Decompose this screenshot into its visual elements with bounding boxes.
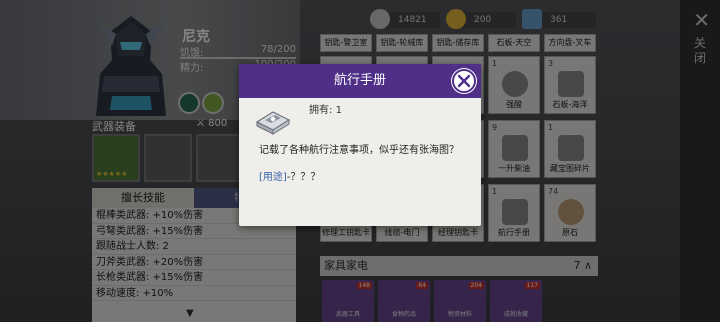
currency-gold: 200 (446, 9, 516, 29)
item-name: 强酸 (506, 100, 522, 109)
inventory-item[interactable]: 3 石板-海洋 (544, 56, 596, 114)
owned-count: 拥有: 1 (309, 101, 342, 116)
item-count: 9 (492, 123, 498, 132)
status-badge-icon[interactable] (202, 92, 224, 114)
item-count: 1 (492, 59, 498, 68)
item-name: 石板-海洋 (552, 100, 588, 109)
category-label: 武器工具 (335, 311, 360, 318)
section-count-value: 7 (573, 259, 581, 272)
close-icon[interactable]: ✕ (693, 8, 710, 32)
item-name: 钥匙-警卫室 (324, 38, 368, 47)
category-weapons[interactable]: 148 武器工具 (322, 280, 374, 322)
right-sidebar: ✕ 关闭 (680, 0, 720, 322)
close-label[interactable]: 关闭 (694, 36, 708, 66)
currency-coins: 14821 (370, 9, 440, 29)
item-count: 74 (548, 187, 559, 196)
category-label: 食物药品 (391, 311, 416, 318)
item-name: 修理工钥匙卡 (322, 228, 370, 237)
inventory-item[interactable]: 74 原石 (544, 184, 596, 242)
hero-name: 尼克 (182, 29, 210, 45)
currency-maps-value: 361 (550, 15, 568, 25)
category-label: 成就收藏 (503, 311, 528, 318)
inventory-item[interactable]: 石板-天空 (488, 34, 540, 52)
category-badge: 204 (468, 282, 484, 289)
inventory-item[interactable]: 9 一升柴油 (488, 120, 540, 178)
category-badge: 148 (356, 282, 372, 289)
currency-maps: 361 (522, 9, 596, 29)
weapons-power: ⚔ 800 (196, 118, 227, 129)
currency-gold-value: 200 (474, 15, 492, 25)
inventory-item[interactable]: 钥匙-储存库 (432, 34, 484, 52)
item-name: 一升柴油 (498, 164, 530, 173)
stat-energy-label: 精力: (180, 63, 204, 74)
furniture-section-count: 7 ∧ (573, 256, 592, 276)
item-name: 航行手册 (498, 228, 530, 237)
chevron-down-icon[interactable]: ▼ (186, 308, 194, 319)
skill-line: 刀斧类武器: +20%伤害 (92, 255, 296, 270)
inventory-item[interactable]: 钥匙-轮械库 (376, 34, 428, 52)
inventory-item[interactable]: 1 航行手册 (488, 184, 540, 242)
weapon-slot-3[interactable] (196, 134, 244, 182)
item-name: 藏宝图碎片 (550, 164, 590, 173)
item-name: 石板-天空 (496, 38, 532, 47)
item-name: 原石 (562, 228, 578, 237)
item-name: 经理钥匙卡 (438, 228, 478, 237)
hero-portrait (96, 16, 166, 116)
acid-flask-icon (502, 71, 528, 97)
gold-coin-icon (446, 9, 466, 29)
item-usage: [用途]-？？？ (259, 168, 320, 183)
sword-icon: ⚔ (196, 118, 205, 129)
owned-label: 拥有: (309, 105, 333, 116)
category-achievements[interactable]: 117 成就收藏 (490, 280, 542, 322)
tab-skills[interactable]: 擅长技能 (92, 188, 194, 208)
item-description: 记载了各种航行注意事项，似乎还有张海图？ (259, 145, 459, 156)
item-count: 1 (492, 187, 498, 196)
coin-stack-icon (370, 9, 390, 29)
inventory-item[interactable]: 1 藏宝图碎片 (544, 120, 596, 178)
item-count: 1 (548, 123, 554, 132)
raw-stone-icon (558, 199, 584, 225)
manual-icon (502, 199, 528, 225)
diesel-can-icon (502, 135, 528, 161)
item-count: 3 (548, 59, 554, 68)
treasure-map-fragment-icon (558, 135, 584, 161)
weapon-slot-2[interactable] (144, 134, 192, 182)
inventory-item[interactable]: 1 强酸 (488, 56, 540, 114)
furniture-section-title: 家具家电 (324, 259, 368, 272)
stone-tablet-icon (558, 71, 584, 97)
weapon-slot-1[interactable]: ★★★★★ (92, 134, 140, 182)
usage-text: -？？？ (286, 172, 321, 183)
category-materials[interactable]: 204 物资材料 (434, 280, 486, 322)
skill-line: 长枪类武器: +15%伤害 (92, 270, 296, 286)
close-button[interactable] (452, 69, 476, 93)
item-name: 钥匙-储存库 (436, 38, 480, 47)
skill-line: 移动速度: +10% (92, 286, 296, 301)
manual-icon (255, 111, 291, 135)
usage-tag: [用途] (259, 172, 287, 183)
inventory-item[interactable]: 方向盘-叉车 (544, 34, 596, 52)
category-badge: 117 (524, 282, 540, 289)
category-label: 物资材料 (447, 311, 472, 318)
inventory-item[interactable]: 钥匙-警卫室 (320, 34, 372, 52)
chevron-up-icon: ∧ (583, 259, 592, 272)
currency-coins-value: 14821 (398, 15, 427, 25)
skill-badge-icon[interactable] (178, 92, 200, 114)
category-badge: 64 (416, 282, 428, 289)
dialog-title: 航行手册 (333, 73, 386, 88)
map-scroll-icon (522, 9, 542, 29)
furniture-section-header[interactable]: 家具家电 7 ∧ (320, 256, 598, 276)
owned-value: 1 (335, 105, 342, 116)
dialog-header: 航行手册 (239, 64, 481, 98)
item-detail-dialog: 航行手册 拥有: 1 记载了各种航行注意事项，似乎还有张海图？ [用途]-？？？ (239, 64, 481, 226)
skill-line: 跟随战士人数: 2 (92, 239, 296, 255)
item-name: 方向盘-叉车 (548, 38, 592, 47)
close-icon (457, 74, 471, 88)
weapons-title: 武器装备 (92, 120, 136, 133)
weapon-stars: ★★★★★ (96, 170, 128, 178)
weapons-power-value: 800 (208, 118, 228, 129)
category-food[interactable]: 64 食物药品 (378, 280, 430, 322)
item-name: 钥匙-轮械库 (380, 38, 424, 47)
item-name: 线缆-电门 (384, 228, 420, 237)
